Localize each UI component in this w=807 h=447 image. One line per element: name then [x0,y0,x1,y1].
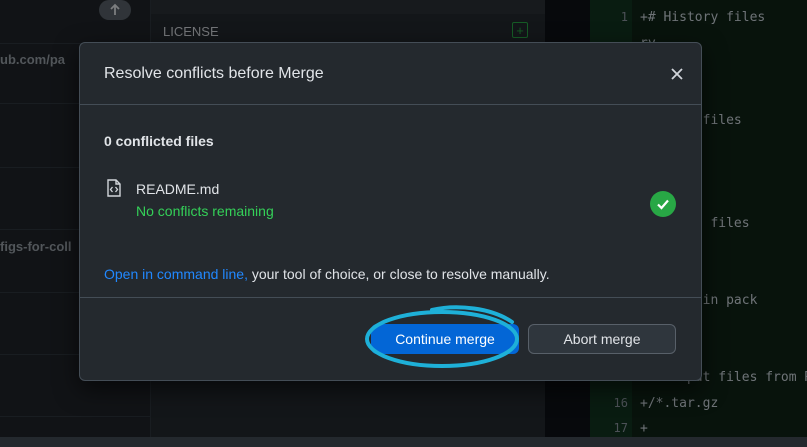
dialog-title: Resolve conflicts before Merge [104,65,324,82]
hint-text: your tool of choice, or close to resolve… [247,266,550,282]
resolve-hint: Open in command line, your tool of choic… [104,266,550,282]
abort-merge-button[interactable]: Abort merge [528,324,676,354]
close-icon[interactable] [668,65,686,83]
continue-merge-button[interactable]: Continue merge [371,324,519,354]
resolve-conflicts-dialog: Resolve conflicts before Merge 0 conflic… [79,42,702,381]
conflict-file-status: No conflicts remaining [136,203,274,219]
conflict-file-name: README.md [136,181,220,197]
dialog-header: Resolve conflicts before Merge [80,43,701,105]
file-code-icon [104,178,124,198]
conflicted-files-count: 0 conflicted files [104,133,214,149]
open-command-line-link[interactable]: Open in command line, [104,266,248,282]
check-circle-icon [650,191,676,217]
